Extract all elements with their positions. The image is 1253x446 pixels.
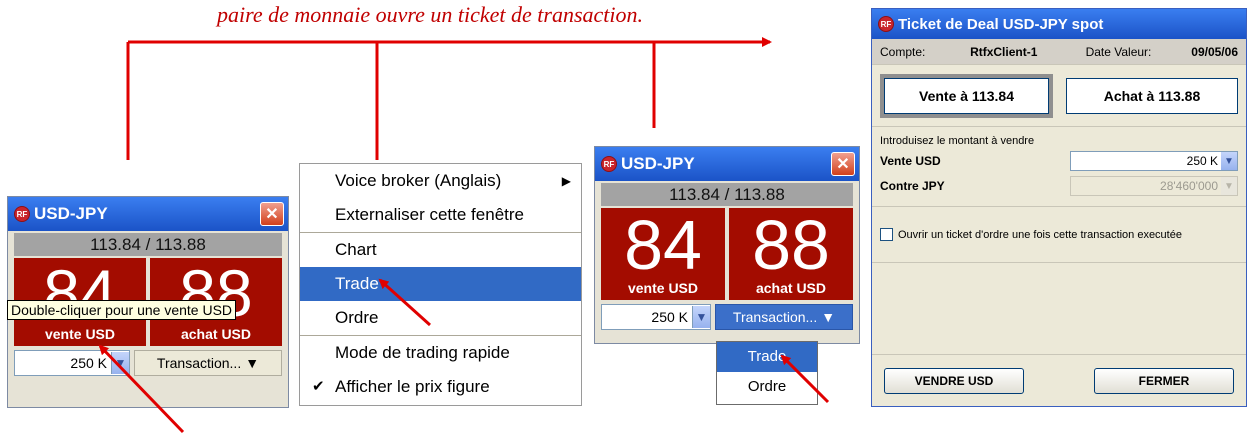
menu-item-label: Chart [335,240,377,259]
transaction-label: Transaction... [732,309,818,325]
menu-item-label: Trade [335,274,379,293]
widget-title: USD-JPY [34,204,108,223]
sell-usd-button[interactable]: VENDRE USD [884,367,1024,394]
selected-button-frame: Vente à 113.84 [880,73,1053,118]
app-logo-icon: RF [14,206,30,222]
app-logo-icon: RF [601,156,617,172]
counter-amount-select: 28'460'000 ▼ [1070,176,1238,196]
buy-big-figure: 88 [752,206,830,284]
menu-item-chart[interactable]: Chart [300,233,581,267]
instruction-text: Introduisez le montant à vendre [880,135,1035,147]
buy-tile[interactable]: 88 achat USD [729,208,853,300]
widget-titlebar[interactable]: RF USD-JPY ✕ [8,197,288,231]
chevron-down-icon[interactable]: ▼ [692,306,710,328]
dropdown-triangle-icon: ▼ [821,309,836,325]
menu-item-label: Mode de trading rapide [335,343,510,362]
checkbox-label: Ouvrir un ticket d'ordre une fois cette … [898,228,1182,241]
buy-label: achat USD [755,280,827,296]
widget-controls: 250 K ▼ Transaction... ▼ [14,350,282,376]
sell-field-label: Vente USD [880,154,941,168]
annotation-caption: paire de monnaie ouvre un ticket de tran… [216,2,644,27]
quote-widget-right: RF USD-JPY ✕ 113.84 / 113.88 84 vente US… [594,146,860,344]
transaction-button[interactable]: Transaction... ▼ [715,304,853,330]
ticket-titlebar[interactable]: RF Ticket de Deal USD-JPY spot [872,9,1246,39]
deal-ticket-window: RF Ticket de Deal USD-JPY spot Compte: R… [871,8,1247,407]
value-date-label: Date Valeur: [1085,44,1152,59]
sell-amount-value: 250 K [1186,154,1218,168]
menu-item-fast-trading[interactable]: Mode de trading rapide [300,336,581,370]
counter-amount-field: Contre JPY 28'460'000 ▼ [880,175,1238,197]
app-logo-icon: RF [878,16,894,32]
ticket-title: Ticket de Deal USD-JPY spot [898,15,1104,33]
transaction-button[interactable]: Transaction... ▼ [134,350,282,376]
close-icon[interactable]: ✕ [831,152,855,176]
transaction-label: Transaction... [156,355,242,371]
chevron-down-icon[interactable]: ▼ [111,352,129,374]
price-quote: 113.84 / 113.88 [601,183,853,206]
screenshot-stage: paire de monnaie ouvre un ticket de tran… [0,0,1253,446]
amount-select[interactable]: 250 K ▼ [601,304,711,330]
order-ticket-checkbox[interactable] [880,228,893,241]
account-label: Compte: [880,44,926,59]
menu-item-label: Afficher le prix figure [335,377,490,396]
account-row: Compte: RtfxClient-1 Date Valeur: 09/05/… [872,39,1246,65]
close-icon[interactable]: ✕ [260,202,284,226]
menu-item-ordre[interactable]: Ordre [717,372,817,402]
widget-title: USD-JPY [621,154,695,173]
account-value: RtfxClient-1 [970,44,1038,59]
amount-section: Introduisez le montant à vendre Vente US… [872,127,1246,207]
buy-label: achat USD [180,326,252,342]
price-buttons: Vente à 113.84 Achat à 113.88 [872,65,1246,127]
widget-titlebar[interactable]: RF USD-JPY ✕ [595,147,859,181]
menu-item-externalize[interactable]: Externaliser cette fenêtre [300,198,581,232]
counter-field-label: Contre JPY [880,179,945,193]
menu-item-label: Ordre [335,308,379,327]
amount-select[interactable]: 250 K ▼ [14,350,130,376]
sell-price-button[interactable]: Vente à 113.84 [884,77,1049,114]
chevron-down-icon: ▼ [1221,177,1237,195]
chevron-down-icon[interactable]: ▼ [1221,152,1237,170]
sell-label: vente USD [627,280,699,296]
dropdown-triangle-icon: ▼ [245,355,260,371]
context-menu: Voice broker (Anglais) ▶ Externaliser ce… [299,163,582,406]
sell-tooltip: Double-cliquer pour une vente USD [7,300,237,320]
checkbox-section: Ouvrir un ticket d'ordre une fois cette … [872,207,1246,263]
ticket-footer: VENDRE USD FERMER [872,354,1246,406]
price-tiles: 84 vente USD 88 achat USD [601,208,853,300]
menu-item-trade[interactable]: Trade [717,342,817,372]
transaction-dropdown-menu: Trade Ordre [716,341,818,405]
check-icon: ✔ [312,378,325,395]
sell-amount-field: Vente USD 250 K ▼ [880,150,1238,172]
menu-item-voice-broker[interactable]: Voice broker (Anglais) ▶ [300,164,581,198]
submenu-arrow-icon: ▶ [561,174,571,188]
amount-value: 250 K [70,355,107,371]
price-quote: 113.84 / 113.88 [14,233,282,256]
counter-amount-value: 28'460'000 [1160,179,1218,193]
menu-item-label: Voice broker (Anglais) [335,171,502,190]
value-date: 09/05/06 [1191,44,1238,59]
sell-amount-select[interactable]: 250 K ▼ [1070,151,1238,171]
widget-controls: 250 K ▼ Transaction... ▼ [601,304,853,330]
menu-item-show-figure[interactable]: ✔ Afficher le prix figure [300,370,581,404]
sell-label: vente USD [44,326,116,342]
amount-value: 250 K [651,309,688,325]
sell-tile[interactable]: 84 vente USD [601,208,725,300]
buy-price-button[interactable]: Achat à 113.88 [1066,77,1238,114]
sell-big-figure: 84 [624,206,702,284]
menu-item-label: Externaliser cette fenêtre [335,205,524,224]
menu-item-ordre[interactable]: Ordre [300,301,581,335]
close-button[interactable]: FERMER [1094,367,1234,394]
menu-item-trade[interactable]: Trade [300,267,581,301]
